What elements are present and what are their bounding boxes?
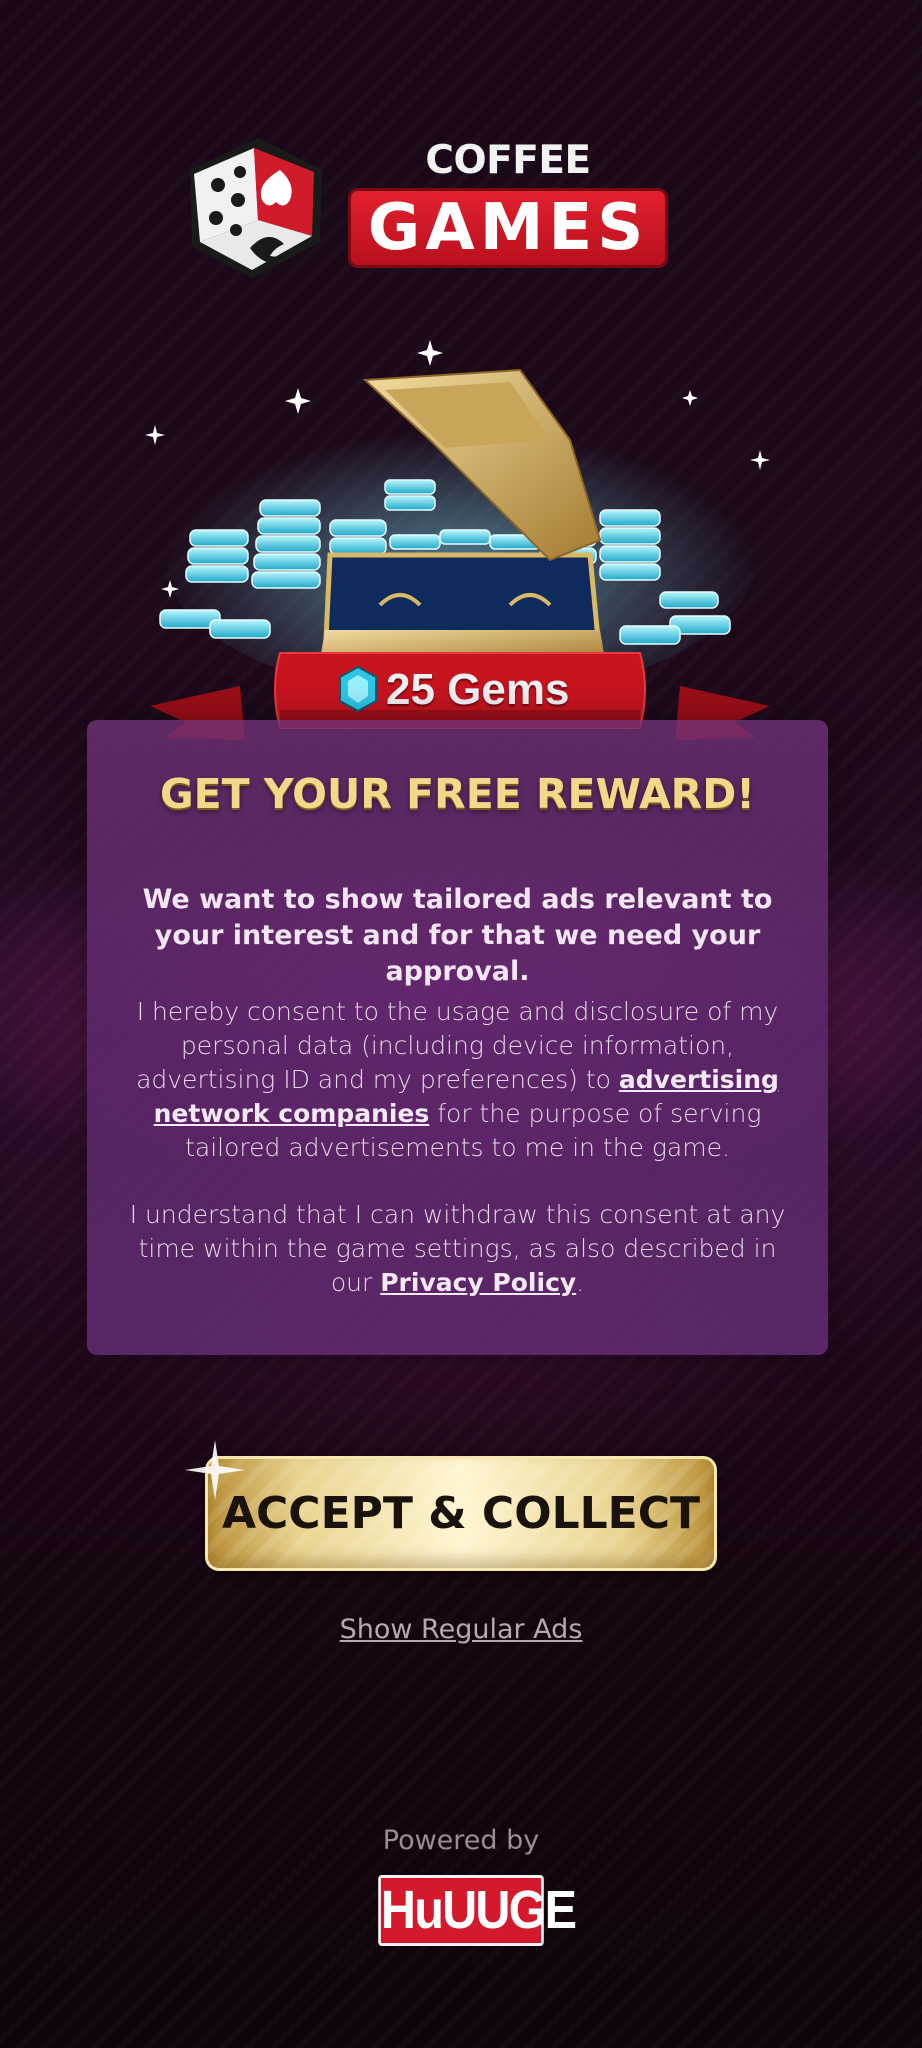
dice-logo-icon xyxy=(190,138,322,278)
coffee-break-games-logo: COFFEE BREAK GAMES xyxy=(180,130,670,280)
privacy-policy-link[interactable]: Privacy Policy xyxy=(380,1268,576,1297)
consent-paragraph: I hereby consent to the usage and disclo… xyxy=(117,995,798,1165)
gem-icon xyxy=(339,666,377,712)
huuuge-logo: HuUUGE xyxy=(378,1875,577,1946)
reward-amount-label: 25 Gems xyxy=(386,665,570,714)
logo-text-games: GAMES xyxy=(348,188,668,268)
powered-by-label: Powered by xyxy=(382,1825,540,1856)
show-regular-ads-link[interactable]: Show Regular Ads xyxy=(0,1614,922,1645)
withdraw-text-end: . xyxy=(576,1268,585,1297)
consent-card: GET YOUR FREE REWARD! We want to show ta… xyxy=(87,720,828,1355)
withdraw-paragraph: I understand that I can withdraw this co… xyxy=(117,1198,798,1300)
accept-collect-button[interactable]: ACCEPT & COLLECT xyxy=(205,1456,717,1571)
reward-title: GET YOUR FREE REWARD! xyxy=(160,770,755,818)
consent-intro: We want to show tailored ads relevant to… xyxy=(142,884,773,987)
sparkle-icon xyxy=(185,1440,245,1500)
treasure-chest-illustration xyxy=(145,340,770,690)
